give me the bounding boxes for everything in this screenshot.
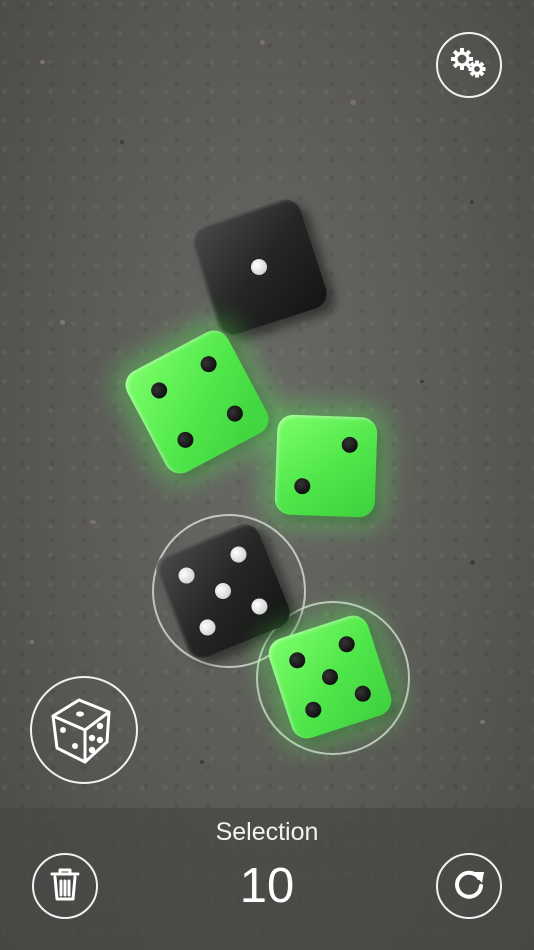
settings-button[interactable] [436, 32, 502, 98]
pip [352, 683, 373, 704]
roll-dice-button[interactable] [30, 676, 138, 784]
pip [174, 429, 197, 451]
pip [197, 353, 220, 375]
pip [303, 699, 324, 720]
pip [224, 402, 246, 425]
selection-label: Selection [215, 818, 319, 846]
pip [228, 544, 249, 565]
trash-icon [48, 866, 82, 906]
die-3[interactable] [274, 414, 378, 518]
pip [319, 666, 341, 688]
pip [148, 379, 170, 402]
pip [197, 617, 218, 638]
pip [212, 580, 234, 602]
pip [341, 436, 359, 454]
dice-icon [45, 690, 123, 770]
pip [294, 477, 311, 495]
refresh-icon [451, 866, 487, 906]
pip [336, 634, 357, 655]
pip [249, 596, 270, 617]
gears-icon [447, 43, 491, 87]
pip [176, 565, 197, 586]
reroll-button[interactable] [436, 853, 502, 919]
pip [248, 256, 270, 278]
clear-button[interactable] [32, 853, 98, 919]
pip [287, 650, 308, 671]
